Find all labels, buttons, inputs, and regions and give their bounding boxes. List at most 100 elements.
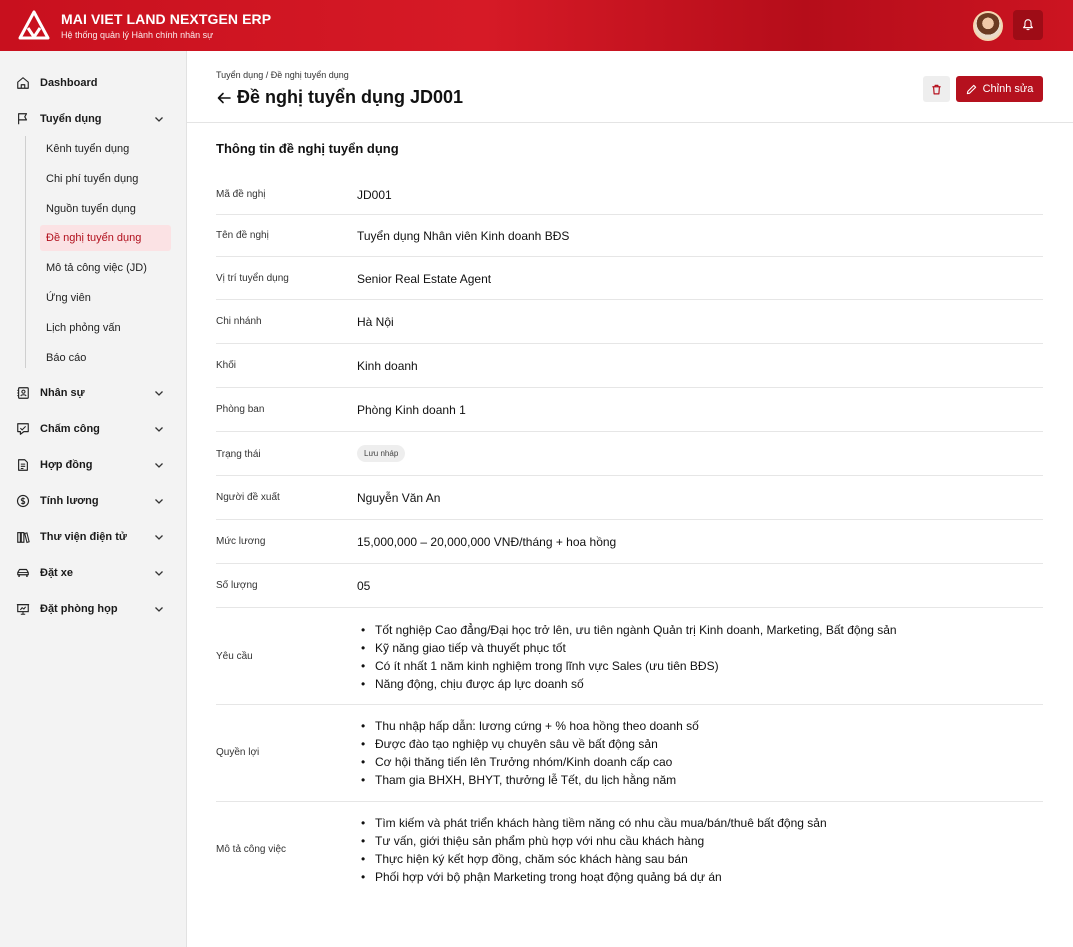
submenu-item-job-description[interactable]: Mô tả công việc (JD) (40, 255, 171, 281)
submenu-item-recruitment-source[interactable]: Nguồn tuyển dụng (40, 196, 171, 222)
detail-label: Phòng ban (216, 404, 265, 415)
list-item: Thực hiện ký kết hợp đồng, chăm sóc khác… (357, 850, 827, 868)
list-item: Phối hợp với bộ phận Marketing trong hoạ… (357, 868, 827, 886)
detail-label: Số lượng (216, 580, 258, 591)
timesheet-icon (17, 423, 29, 435)
sidebar-item-label: Hợp đồng (40, 459, 93, 471)
sidebar-item-meeting-room[interactable]: Đặt phòng họp (16, 598, 172, 620)
sidebar-item-label: Thư viện điện tử (40, 531, 127, 543)
list-item: Kỹ năng giao tiếp và thuyết phục tốt (357, 639, 897, 657)
chevron-down-icon (155, 391, 163, 396)
home-icon (17, 77, 29, 89)
chevron-down-icon (155, 463, 163, 468)
sidebar-item-personnel[interactable]: Nhân sự (16, 382, 172, 404)
detail-row-proposer: Người đề xuất Nguyễn Văn An (216, 476, 1043, 520)
sidebar-item-label: Tuyển dụng (40, 113, 102, 125)
requirements-list: Tốt nghiệp Cao đẳng/Đại học trở lên, ưu … (357, 621, 897, 693)
detail-label: Vị trí tuyển dụng (216, 273, 289, 284)
detail-row-position: Vị trí tuyển dụng Senior Real Estate Age… (216, 257, 1043, 300)
user-avatar[interactable] (973, 11, 1003, 41)
status-badge: Lưu nháp (357, 445, 406, 462)
submenu-item-recruitment-cost[interactable]: Chi phí tuyển dụng (40, 166, 171, 192)
submenu-item-recruitment-request[interactable]: Đề nghị tuyển dụng (40, 225, 171, 251)
detail-label: Người đề xuất (216, 492, 280, 503)
detail-row-salary: Mức lương 15,000,000 – 20,000,000 VNĐ/th… (216, 520, 1043, 564)
sidebar-item-label: Đặt phòng họp (40, 603, 118, 615)
list-item: Năng động, chịu được áp lực doanh số (357, 675, 897, 693)
main-content: Tuyển dụng / Đề nghị tuyển dụng Đề nghị … (187, 51, 1073, 947)
list-item: Tư vấn, giới thiệu sản phẩm phù hợp với … (357, 832, 827, 850)
detail-value: Senior Real Estate Agent (357, 272, 492, 286)
sidebar-item-payroll[interactable]: Tính lương (16, 490, 172, 512)
detail-row-branch: Chi nhánh Hà Nội (216, 300, 1043, 344)
detail-value: Hà Nội (357, 315, 394, 329)
chevron-down-icon (155, 607, 163, 612)
page-title: Đề nghị tuyển dụng JD001 (237, 87, 464, 107)
sidebar-item-contracts[interactable]: Hợp đồng (16, 454, 172, 476)
detail-row-requirements: Yêu cầu Tốt nghiệp Cao đẳng/Đại học trở … (216, 608, 1043, 705)
sidebar-item-recruitment[interactable]: Tuyển dụng (16, 108, 172, 130)
chevron-down-icon (155, 427, 163, 432)
top-header: MAI VIET LAND NEXTGEN ERP Hệ thống quản … (0, 0, 1073, 51)
sidebar-item-e-library[interactable]: Thư viện điện tử (16, 526, 172, 548)
sidebar-item-timekeeping[interactable]: Chấm công (16, 418, 172, 440)
brand-logo-icon (18, 10, 50, 40)
sidebar-item-label: Dashboard (40, 77, 98, 89)
page-header: Tuyển dụng / Đề nghị tuyển dụng Đề nghị … (187, 51, 1073, 123)
app-title: MAI VIET LAND NEXTGEN ERP (61, 11, 272, 27)
chevron-down-icon (155, 117, 163, 122)
submenu-item-candidates[interactable]: Ứng viên (40, 285, 171, 311)
sidebar-item-label: Tính lương (40, 495, 99, 507)
detail-row-request-name: Tên đề nghị Tuyển dụng Nhân viên Kinh do… (216, 215, 1043, 257)
breadcrumb[interactable]: Tuyển dụng / Đề nghị tuyển dụng (216, 70, 349, 80)
sidebar-item-dashboard[interactable]: Dashboard (16, 72, 172, 94)
benefits-list: Thu nhập hấp dẫn: lương cứng + % hoa hồn… (357, 717, 699, 789)
list-item: Tham gia BHXH, BHYT, thưởng lễ Tết, du l… (357, 771, 699, 789)
detail-value: 15,000,000 – 20,000,000 VNĐ/tháng + hoa … (357, 535, 617, 549)
detail-row-department: Phòng ban Phòng Kinh doanh 1 (216, 388, 1043, 432)
document-icon (18, 459, 28, 471)
flag-icon (18, 113, 28, 125)
detail-label: Mức lương (216, 536, 266, 547)
bell-icon (1023, 19, 1033, 31)
detail-value: Tuyển dụng Nhân viên Kinh doanh BĐS (357, 229, 570, 243)
contact-icon (17, 387, 29, 399)
edit-button-label: Chỉnh sửa (982, 83, 1034, 95)
detail-row-quantity: Số lượng 05 (216, 564, 1043, 608)
chevron-down-icon (155, 535, 163, 540)
list-item: Tốt nghiệp Cao đẳng/Đại học trở lên, ưu … (357, 621, 897, 639)
back-arrow-icon[interactable] (216, 90, 232, 106)
detail-row-code: Mã đề nghị JD001 (216, 176, 1043, 215)
job-description-list: Tìm kiếm và phát triển khách hàng tiềm n… (357, 814, 827, 886)
sidebar-item-label: Đặt xe (40, 567, 74, 579)
detail-row-division: Khối Kinh doanh (216, 344, 1043, 388)
submenu-item-recruitment-channel[interactable]: Kênh tuyển dụng (40, 136, 171, 162)
dollar-icon (16, 494, 30, 508)
list-item: Cơ hội thăng tiến lên Trưởng nhóm/Kinh d… (357, 753, 699, 771)
detail-label: Tên đề nghị (216, 230, 269, 241)
sidebar-item-label: Chấm công (40, 423, 100, 435)
submenu-item-interview-schedule[interactable]: Lịch phỏng vấn (40, 315, 171, 341)
delete-button[interactable] (923, 76, 950, 102)
notification-button[interactable] (1013, 10, 1043, 40)
library-icon (17, 532, 30, 544)
detail-value: Kinh doanh (357, 359, 418, 373)
section-title: Thông tin đề nghị tuyển dụng (216, 141, 399, 156)
sidebar-item-car-booking[interactable]: Đặt xe (16, 562, 172, 584)
detail-value: Phòng Kinh doanh 1 (357, 403, 466, 417)
detail-row-status: Trạng thái Lưu nháp (216, 432, 1043, 476)
list-item: Có ít nhất 1 năm kinh nghiệm trong lĩnh … (357, 657, 897, 675)
detail-label: Khối (216, 360, 237, 371)
sidebar: Dashboard Tuyển dụng Kênh tuyển dụng Chi… (0, 51, 187, 947)
detail-label: Trạng thái (216, 449, 261, 460)
submenu-item-reports[interactable]: Báo cáo (40, 345, 171, 371)
detail-label: Yêu cầu (216, 651, 253, 662)
detail-label: Mô tả công việc (216, 844, 287, 855)
detail-row-job-description: Mô tả công việc Tìm kiếm và phát triển k… (216, 802, 1043, 899)
detail-value: Nguyễn Văn An (357, 491, 441, 505)
edit-button[interactable]: Chỉnh sửa (956, 76, 1043, 102)
detail-row-benefits: Quyền lợi Thu nhập hấp dẫn: lương cứng +… (216, 705, 1043, 802)
chevron-down-icon (155, 499, 163, 504)
detail-label: Quyền lợi (216, 747, 260, 758)
detail-value: JD001 (357, 188, 392, 202)
